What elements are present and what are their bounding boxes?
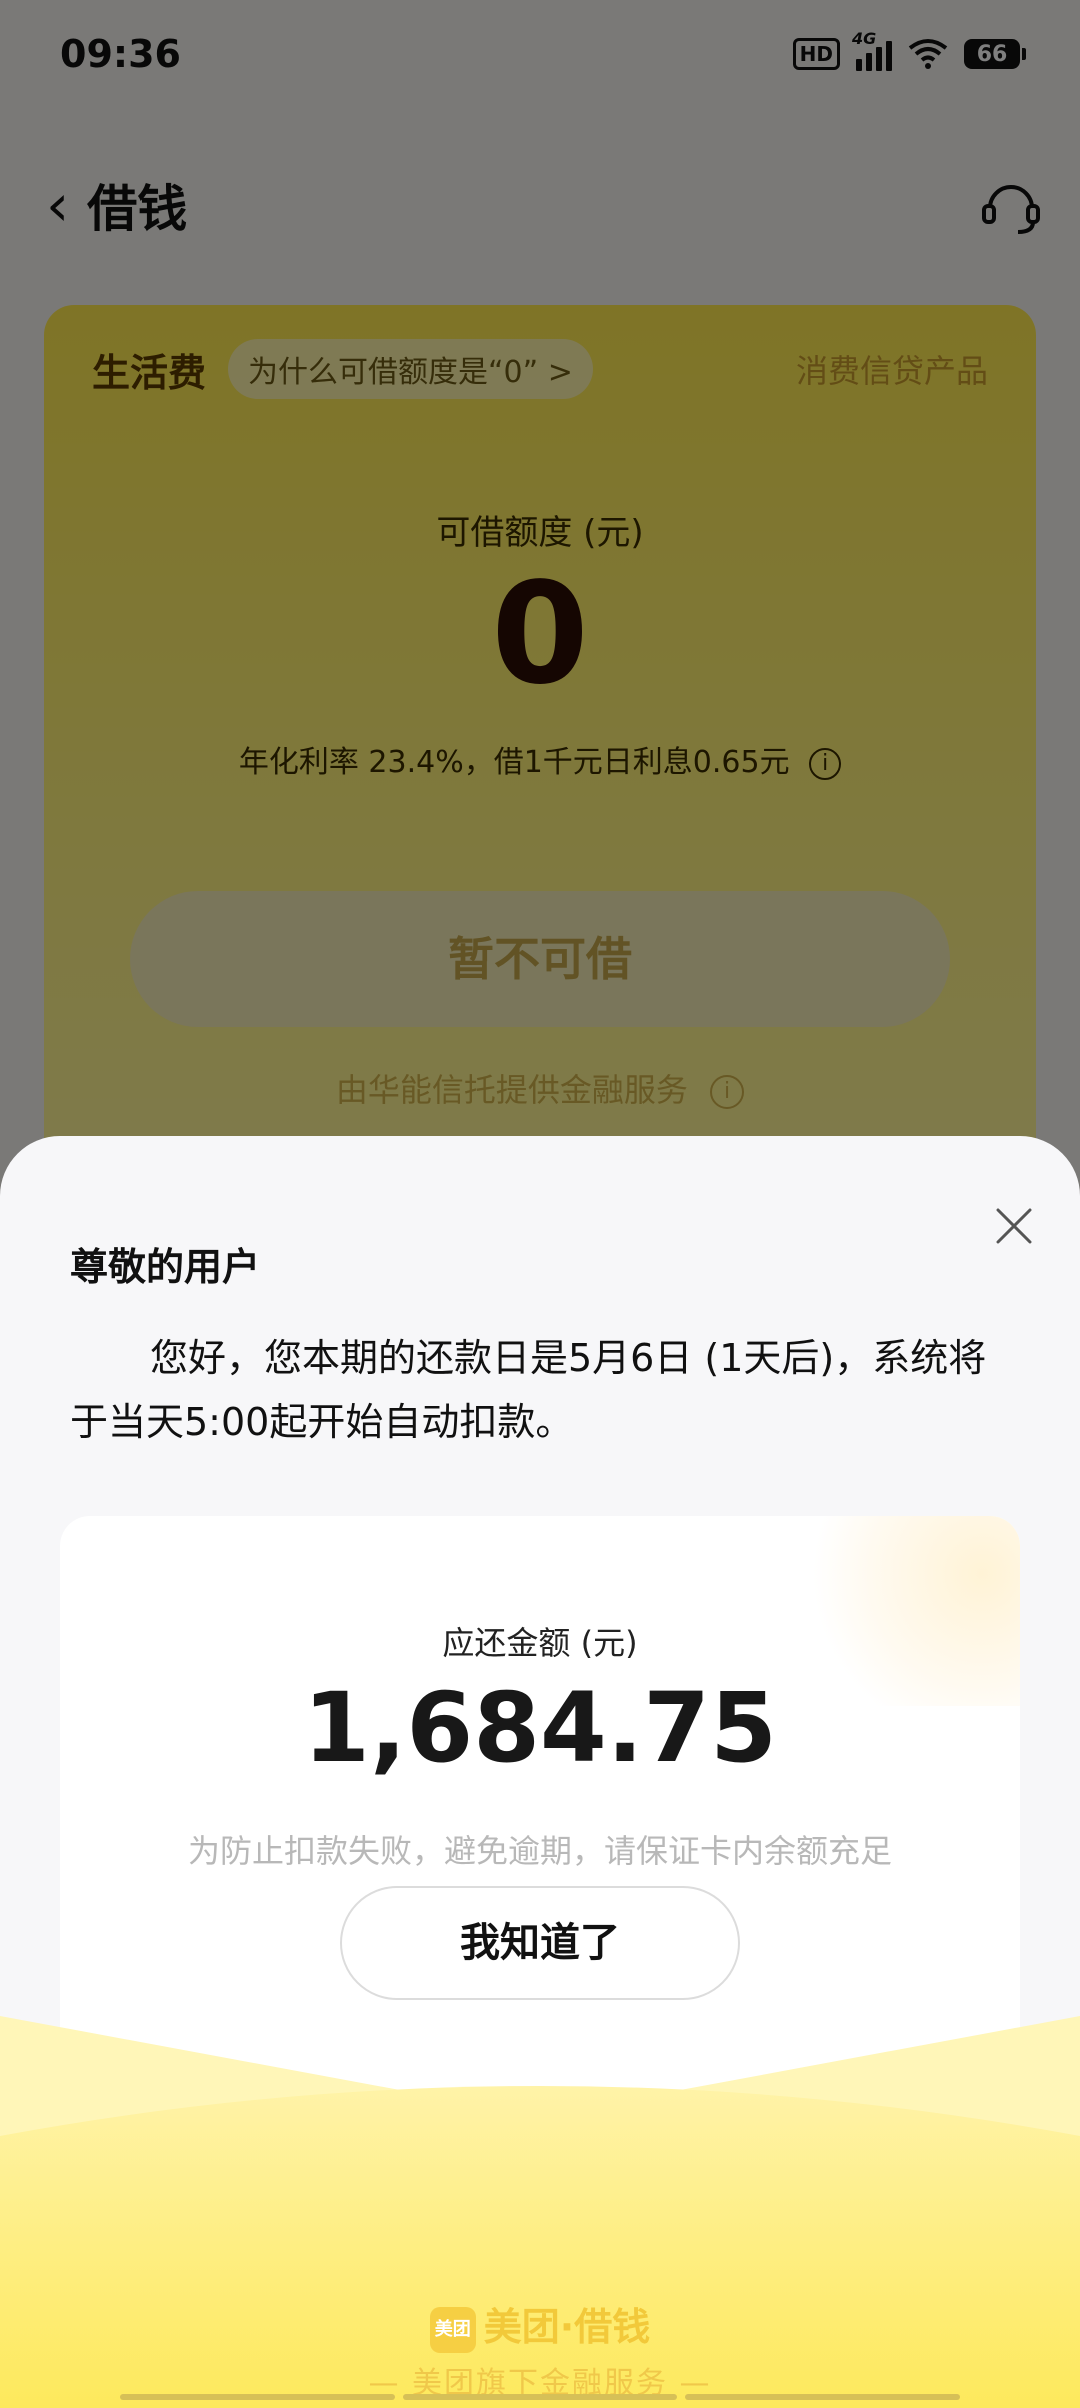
brand-name: 美团 美团·借钱 bbox=[0, 2296, 1080, 2353]
close-icon[interactable] bbox=[984, 1196, 1044, 1256]
amount-value: 1,684.75 bbox=[303, 1672, 777, 1784]
brand-label: 美团·借钱 bbox=[483, 2305, 651, 2349]
acknowledge-button[interactable]: 我知道了 bbox=[340, 1886, 740, 2000]
meituan-logo-icon: 美团 bbox=[429, 2306, 476, 2353]
amount-label: 应还金额 (元) bbox=[442, 1624, 638, 1662]
home-indicator bbox=[120, 2394, 961, 2400]
sheet-title: 尊敬的用户 bbox=[70, 1245, 261, 1289]
repayment-reminder-sheet: 尊敬的用户 您好，您本期的还款日是5月6日 (1天后)，系统将于当天5:00起开… bbox=[0, 1136, 1080, 2408]
balance-hint: 为防止扣款失败，避免逾期，请保证卡内余额充足 bbox=[187, 1832, 892, 1870]
brand-footer: 美团 美团·借钱 — 美团旗下金融服务 — bbox=[0, 2016, 1080, 2408]
sheet-message: 您好，您本期的还款日是5月6日 (1天后)，系统将于当天5:00起开始自动扣款。 bbox=[70, 1336, 987, 1444]
